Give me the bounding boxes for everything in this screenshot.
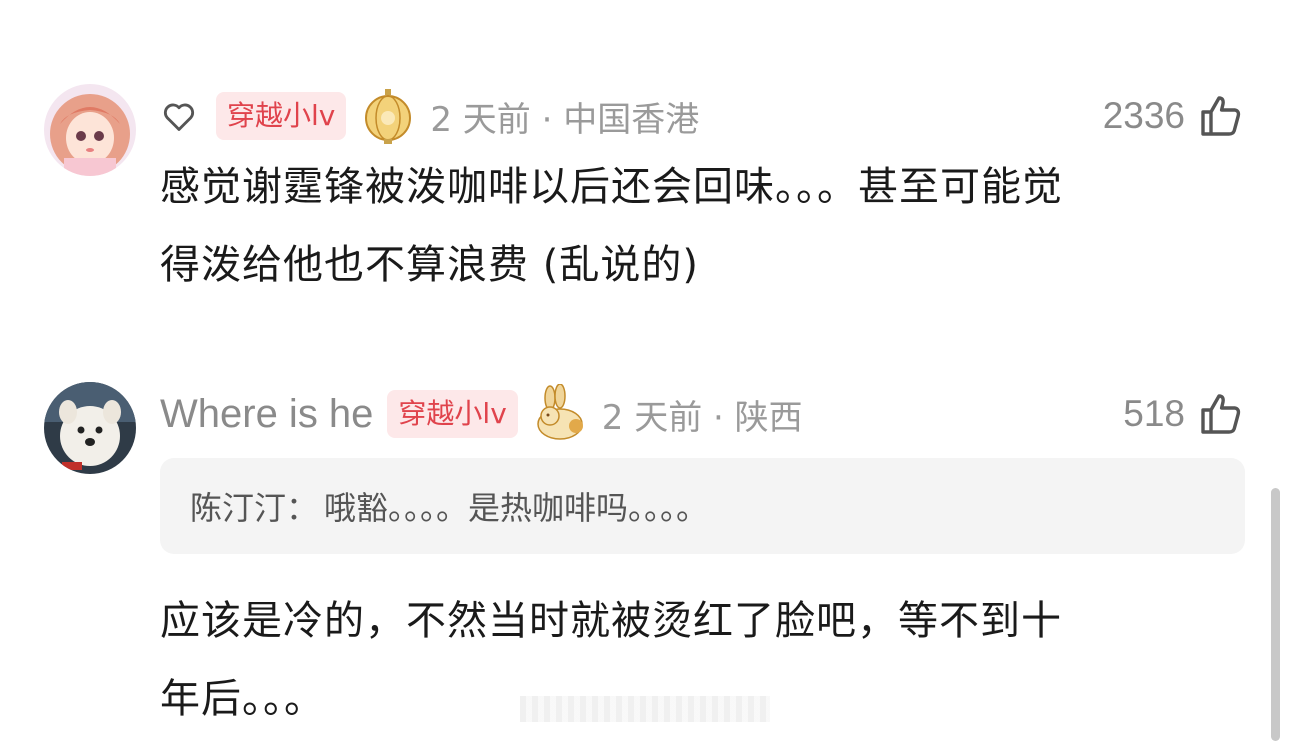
thumbs-up-icon[interactable]: [1197, 390, 1245, 438]
comment-meta: 穿越小lv 2 天前 · 中国香港: [160, 86, 699, 146]
comment-text: 感觉谢霆锋被泼咖啡以后还会回味。。。甚至可能觉 得泼给他也不算浪费 (乱说的): [160, 148, 1240, 304]
level-badge: 穿越小lv: [216, 92, 347, 140]
comment-feed: 穿越小lv 2 天前 · 中国香港 2336 感觉谢霆锋被泼咖啡以后还会回味。。…: [0, 0, 1289, 741]
like-button[interactable]: 2336: [1103, 86, 1245, 146]
thumbs-up-icon[interactable]: [1197, 92, 1245, 140]
level-badge: 穿越小lv: [387, 390, 518, 438]
like-count: 2336: [1102, 95, 1185, 136]
avatar[interactable]: [44, 84, 136, 176]
time-location: 2 天前 · 陕西: [601, 397, 803, 438]
anime-girl-avatar-image: [44, 84, 136, 176]
lantern-pendant-icon: [358, 86, 418, 146]
quote-author: 陈汀汀：: [190, 489, 319, 527]
like-button[interactable]: 518: [1123, 384, 1245, 444]
quoted-reply[interactable]: 陈汀汀： 哦豁。。。。是热咖啡吗。。。。: [160, 458, 1245, 554]
avatar[interactable]: [44, 382, 136, 474]
comment-line: 得泼给他也不算浪费 (乱说的): [160, 242, 699, 288]
username[interactable]: Where is he: [160, 392, 373, 437]
heart-icon[interactable]: [160, 97, 198, 135]
quote-text: 哦豁。。。。是热咖啡吗。。。。: [324, 489, 709, 527]
comment-meta: Where is he 穿越小lv 2 天前 · 陕西: [160, 383, 803, 444]
scrollbar[interactable]: [1271, 488, 1280, 741]
watermark: [520, 696, 770, 722]
comment-line: 应该是冷的，不然当时就被烫红了脸吧，等不到十: [160, 598, 1062, 644]
time-location: 2 天前 · 中国香港: [430, 99, 700, 140]
rabbit-pendant-icon: [530, 383, 590, 444]
like-count: 518: [1123, 393, 1185, 434]
comment-line: 感觉谢霆锋被泼咖啡以后还会回味。。。甚至可能觉: [160, 164, 1063, 210]
puppy-avatar-image: [44, 382, 136, 474]
